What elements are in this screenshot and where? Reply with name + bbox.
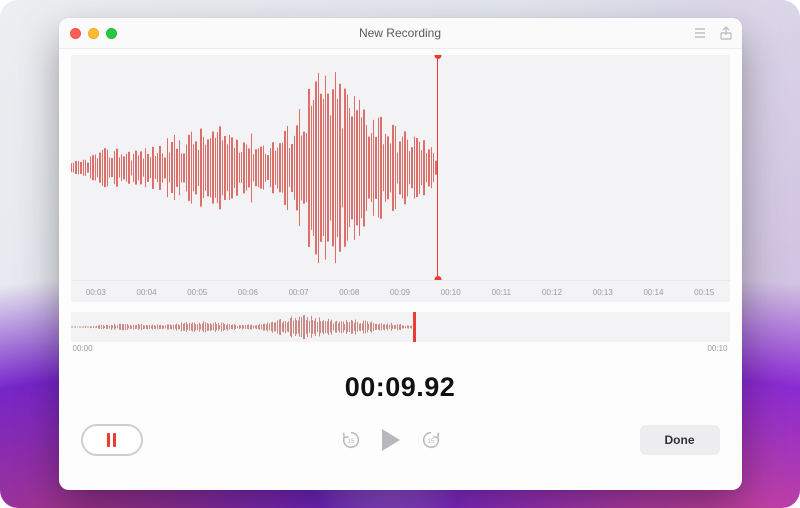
ruler-tick: 00:07 — [289, 288, 309, 297]
desktop-wallpaper: New Recording 00:0300: — [0, 0, 800, 508]
ruler-tick: 00:11 — [492, 288, 511, 297]
overview-start-label: 00:00 — [73, 344, 93, 353]
waveform-panel[interactable] — [71, 55, 730, 280]
ruler-tick: 00:15 — [694, 288, 714, 297]
window-title: New Recording — [59, 26, 742, 40]
current-time-display: 00:09.92 — [59, 372, 742, 403]
zoom-icon[interactable] — [106, 28, 117, 39]
skip-forward-15-icon[interactable]: 15 — [420, 429, 442, 451]
center-controls: 15 15 — [143, 429, 640, 451]
ruler-tick: 00:10 — [441, 288, 461, 297]
ruler-tick: 00:12 — [542, 288, 562, 297]
transport-controls: 15 15 Done — [59, 403, 742, 490]
done-button-label: Done — [665, 433, 695, 447]
window-controls — [70, 28, 117, 39]
pause-icon — [107, 433, 116, 447]
skip-back-15-icon[interactable]: 15 — [340, 429, 362, 451]
ruler-tick: 00:14 — [643, 288, 663, 297]
svg-text:15: 15 — [427, 437, 435, 444]
share-icon[interactable] — [718, 25, 734, 41]
svg-text:15: 15 — [347, 437, 355, 444]
ruler-tick: 00:09 — [390, 288, 410, 297]
ruler-tick: 00:05 — [187, 288, 207, 297]
ruler-tick: 00:04 — [137, 288, 157, 297]
done-button[interactable]: Done — [640, 425, 720, 455]
minimize-icon[interactable] — [88, 28, 99, 39]
overview-time-labels: 00:00 00:10 — [71, 344, 730, 358]
ruler-tick: 00:06 — [238, 288, 258, 297]
waveform-overview[interactable] — [71, 312, 730, 342]
ruler-tick: 00:08 — [339, 288, 359, 297]
time-ruler: 00:03 00:04 00:05 00:06 00:07 00:08 00:09 00:10… — [71, 280, 730, 302]
close-icon[interactable] — [70, 28, 81, 39]
ruler-tick: 00:13 — [593, 288, 613, 297]
toolbar-right — [692, 25, 734, 41]
ruler-tick: 00:03 — [86, 288, 106, 297]
list-icon[interactable] — [692, 25, 708, 41]
overview-end-label: 00:10 — [707, 344, 727, 353]
voice-memos-window: New Recording 00:0300: — [59, 18, 742, 490]
play-icon[interactable] — [382, 429, 400, 451]
waveform-main — [71, 55, 730, 280]
playhead[interactable] — [437, 55, 439, 280]
titlebar: New Recording — [59, 18, 742, 49]
record-pause-button[interactable] — [81, 424, 143, 456]
